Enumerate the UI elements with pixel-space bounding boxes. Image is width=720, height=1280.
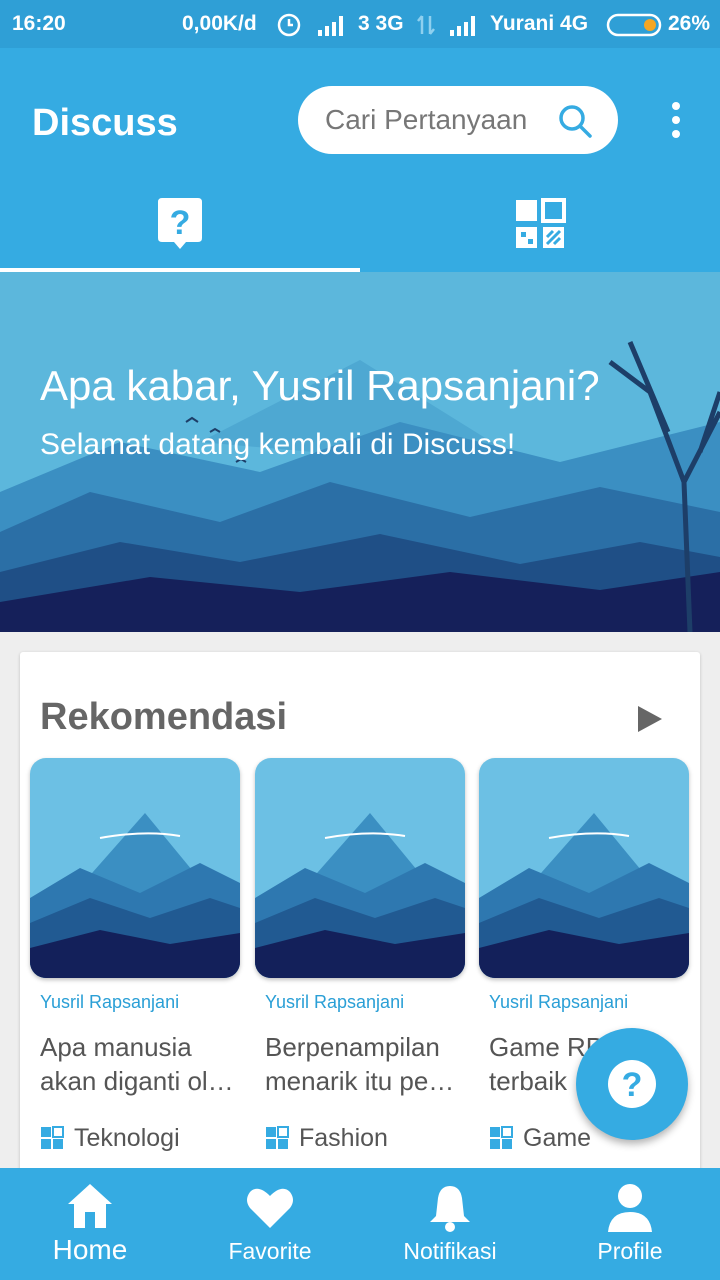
bottom-navigation: Home Favorite Notifikasi Profile: [0, 1168, 720, 1280]
status-time: 16:20: [12, 12, 66, 35]
nav-notifikasi[interactable]: Notifikasi: [360, 1168, 540, 1280]
svg-text:?: ?: [622, 1066, 643, 1104]
nav-label: Home: [52, 1234, 128, 1265]
recommendation-item[interactable]: Yusril Rapsanjani Apa manusia akan digan…: [30, 758, 240, 1178]
nav-home[interactable]: Home: [0, 1168, 180, 1280]
status-network2: Yurani 4G: [490, 12, 589, 35]
ask-question-fab[interactable]: ?: [576, 1028, 688, 1140]
welcome-banner: Apa kabar, Yusril Rapsanjani? Selamat da…: [0, 272, 720, 632]
tab-questions[interactable]: ?: [0, 188, 360, 272]
nav-favorite[interactable]: Favorite: [180, 1168, 360, 1280]
play-arrow-icon[interactable]: [638, 706, 662, 732]
banner-greeting: Apa kabar, Yusril Rapsanjani?: [40, 362, 600, 409]
question-icon: ?: [608, 1060, 656, 1108]
status-battery: 26%: [668, 12, 711, 35]
banner-subtitle: Selamat datang kembali di Discuss!: [40, 428, 516, 461]
author-name: Yusril Rapsanjani: [489, 992, 629, 1012]
nav-profile[interactable]: Profile: [540, 1168, 720, 1280]
thumbnail-image: [479, 758, 689, 978]
category-label: Teknologi: [74, 1124, 180, 1152]
heart-icon: [247, 1188, 293, 1228]
search-input[interactable]: Cari Pertanyaan: [325, 104, 527, 136]
category-grid-icon: [516, 198, 566, 248]
category-icon: [490, 1126, 513, 1149]
category-icon: [41, 1126, 64, 1149]
mountain-thumbnail: [479, 758, 689, 978]
signal-icon: [318, 16, 343, 36]
nav-label: Profile: [597, 1238, 663, 1264]
category-label: Game: [523, 1124, 592, 1152]
overflow-menu-icon[interactable]: [660, 100, 692, 140]
bell-icon: [430, 1186, 470, 1232]
recommendations-title: Rekomendasi: [40, 696, 288, 738]
status-network1: 3 3G: [358, 12, 404, 35]
status-bar: 16:20 0,00K/d 3 3G Yurani 4G 26%: [0, 0, 720, 48]
mountain-thumbnail: [255, 758, 465, 978]
recommendation-item[interactable]: Yusril Rapsanjani Berpenampilan menarik …: [255, 758, 465, 1178]
question-line: menarik itu pe…: [265, 1066, 455, 1096]
home-icon: [68, 1184, 112, 1228]
nav-label: Notifikasi: [403, 1238, 497, 1264]
thumbnail-image: [30, 758, 240, 978]
app-bar: Discuss Cari Pertanyaan ?: [0, 48, 720, 272]
question-line: Berpenampilan: [265, 1032, 440, 1062]
question-tab-icon: ?: [158, 198, 202, 249]
mountain-thumbnail: [30, 758, 240, 978]
profile-icon: [608, 1184, 652, 1232]
svg-text:?: ?: [170, 204, 191, 242]
tab-categories[interactable]: [360, 188, 720, 272]
search-icon[interactable]: [558, 104, 592, 138]
question-line: akan diganti ol…: [40, 1066, 234, 1096]
nav-label: Favorite: [228, 1238, 312, 1264]
data-transfer-icon: [417, 15, 435, 35]
question-text: Berpenampilan menarik itu pe…: [265, 1030, 465, 1098]
category-label: Fashion: [299, 1124, 388, 1152]
category-icon: [266, 1126, 289, 1149]
battery-icon: [606, 13, 662, 37]
search-bar[interactable]: Cari Pertanyaan: [298, 86, 618, 154]
alarm-icon: [277, 13, 301, 37]
question-line: Apa manusia: [40, 1032, 192, 1062]
app-title: Discuss: [32, 102, 178, 144]
author-name: Yusril Rapsanjani: [265, 992, 405, 1012]
author-name: Yusril Rapsanjani: [40, 992, 180, 1012]
question-text: Apa manusia akan diganti ol…: [40, 1030, 240, 1098]
thumbnail-image: [255, 758, 465, 978]
signal-icon-2: [450, 16, 475, 36]
status-speed: 0,00K/d: [182, 12, 257, 35]
